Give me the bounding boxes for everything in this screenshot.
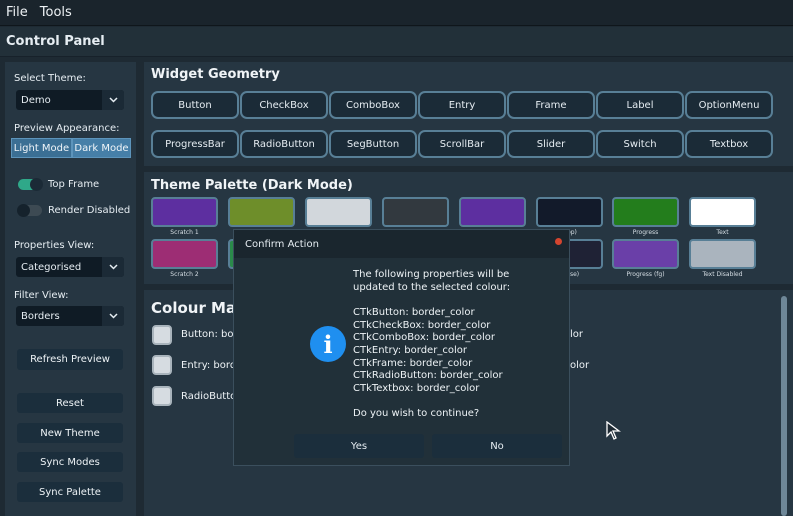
palette-swatch[interactable] bbox=[228, 197, 295, 227]
widget-button-button[interactable]: Button bbox=[151, 91, 239, 119]
widget-geometry-panel: Widget Geometry Button CheckBox ComboBox En… bbox=[144, 62, 793, 166]
mapping-label-right: olor bbox=[570, 360, 590, 371]
mapping-label-right: lor bbox=[570, 329, 584, 340]
dialog-message-line: CTkTextbox: border_color bbox=[353, 383, 480, 394]
new-theme-button[interactable]: New Theme bbox=[17, 423, 123, 443]
widget-geometry-title: Widget Geometry bbox=[151, 67, 280, 82]
sync-palette-button[interactable]: Sync Palette bbox=[17, 482, 123, 502]
palette-swatch[interactable] bbox=[305, 197, 372, 227]
select-theme-label: Select Theme: bbox=[14, 73, 86, 84]
properties-view-label: Properties View: bbox=[14, 240, 95, 251]
palette-swatch[interactable] bbox=[612, 197, 679, 227]
dialog-message-line: updated to the selected colour: bbox=[353, 282, 511, 293]
mouse-cursor-icon bbox=[606, 421, 621, 440]
yes-button[interactable]: Yes bbox=[294, 434, 424, 458]
preview-appearance-label: Preview Appearance: bbox=[14, 123, 120, 134]
dialog-message-line: CTkEntry: border_color bbox=[353, 345, 467, 356]
widget-button-segbutton[interactable]: SegButton bbox=[329, 130, 417, 158]
palette-swatch[interactable] bbox=[151, 197, 218, 227]
chevron-down-icon[interactable] bbox=[102, 90, 124, 110]
widget-button-combobox[interactable]: ComboBox bbox=[329, 91, 417, 119]
no-button[interactable]: No bbox=[432, 434, 562, 458]
mapping-label: Button: bor bbox=[181, 329, 238, 340]
palette-swatch[interactable] bbox=[536, 197, 603, 227]
dialog-message-line: CTkRadioButton: border_color bbox=[353, 370, 503, 381]
filter-view-value: Borders bbox=[21, 310, 60, 322]
dialog-message-line: CTkButton: border_color bbox=[353, 307, 475, 318]
theme-combobox[interactable]: Demo bbox=[16, 90, 124, 110]
render-disabled-label: Render Disabled bbox=[48, 205, 131, 216]
properties-view-value: Categorised bbox=[21, 261, 82, 273]
palette-swatch[interactable] bbox=[151, 239, 218, 269]
theme-palette-title: Theme Palette (Dark Mode) bbox=[151, 178, 353, 193]
widget-button-progressbar[interactable]: ProgressBar bbox=[151, 130, 239, 158]
dialog-message-line: Do you wish to continue? bbox=[353, 408, 480, 419]
switch-track[interactable] bbox=[17, 204, 42, 217]
menu-bar: File Tools bbox=[0, 0, 793, 26]
mapping-checkbox[interactable] bbox=[152, 386, 172, 406]
window-title: Control Panel bbox=[6, 34, 105, 49]
palette-swatch-label: Text bbox=[716, 229, 729, 236]
menu-file[interactable]: File bbox=[6, 5, 28, 20]
switch-track[interactable] bbox=[18, 178, 43, 191]
chevron-down-icon[interactable] bbox=[102, 257, 124, 277]
palette-swatch[interactable] bbox=[689, 197, 756, 227]
switch-knob bbox=[17, 204, 30, 217]
palette-swatch-label: Progress bbox=[632, 229, 659, 236]
widget-button-label[interactable]: Label bbox=[596, 91, 684, 119]
reset-button[interactable]: Reset bbox=[17, 393, 123, 413]
dialog-message-line: CTkFrame: border_color bbox=[353, 358, 473, 369]
palette-swatch[interactable] bbox=[382, 197, 449, 227]
widget-button-switch[interactable]: Switch bbox=[596, 130, 684, 158]
refresh-preview-button[interactable]: Refresh Preview bbox=[17, 349, 123, 370]
info-icon: i bbox=[310, 326, 346, 362]
palette-swatch[interactable] bbox=[459, 197, 526, 227]
dark-mode-button[interactable]: Dark Mode bbox=[72, 138, 131, 158]
properties-view-combobox[interactable]: Categorised bbox=[16, 257, 124, 277]
top-frame-switch[interactable]: Top Frame bbox=[18, 178, 100, 191]
dialog-message-line: The following properties will be bbox=[353, 269, 510, 280]
top-frame-label: Top Frame bbox=[48, 179, 100, 190]
widget-button-scrollbar[interactable]: ScrollBar bbox=[418, 130, 506, 158]
widget-button-optionmenu[interactable]: OptionMenu bbox=[685, 91, 773, 119]
palette-swatch[interactable] bbox=[689, 239, 756, 269]
mapping-checkbox[interactable] bbox=[152, 325, 172, 345]
widget-button-checkbox[interactable]: CheckBox bbox=[240, 91, 328, 119]
switch-knob bbox=[30, 178, 43, 191]
mapping-checkbox[interactable] bbox=[152, 355, 172, 375]
dialog-title: Confirm Action bbox=[245, 238, 319, 250]
sidebar: Select Theme: Demo Preview Appearance: L… bbox=[5, 62, 136, 516]
dialog-title-bar: Confirm Action bbox=[234, 230, 569, 258]
confirm-dialog: Confirm Action The following properties … bbox=[233, 229, 570, 466]
widget-button-radiobutton[interactable]: RadioButton bbox=[240, 130, 328, 158]
palette-swatch-label: Text Disabled bbox=[702, 271, 743, 278]
palette-swatch-label: Scratch 2 bbox=[170, 271, 199, 278]
theme-value: Demo bbox=[21, 94, 51, 106]
widget-button-frame[interactable]: Frame bbox=[507, 91, 595, 119]
dialog-message-line: CTkComboBox: border_color bbox=[353, 332, 495, 343]
dialog-message-line: CTkCheckBox: border_color bbox=[353, 320, 491, 331]
palette-swatch[interactable] bbox=[612, 239, 679, 269]
widget-button-textbox[interactable]: Textbox bbox=[685, 130, 773, 158]
sync-modes-button[interactable]: Sync Modes bbox=[17, 452, 123, 472]
render-disabled-switch[interactable]: Render Disabled bbox=[17, 204, 131, 217]
filter-view-combobox[interactable]: Borders bbox=[16, 306, 124, 326]
palette-swatch-label: Progress (fg) bbox=[626, 271, 665, 278]
widget-button-entry[interactable]: Entry bbox=[418, 91, 506, 119]
light-mode-button[interactable]: Light Mode bbox=[11, 138, 72, 158]
vertical-scrollbar[interactable] bbox=[781, 296, 787, 516]
window-title-bar: Control Panel bbox=[0, 27, 793, 57]
menu-tools[interactable]: Tools bbox=[40, 5, 72, 20]
mapping-label: RadioButto bbox=[181, 391, 237, 402]
palette-swatch-label: Scratch 1 bbox=[170, 229, 199, 236]
chevron-down-icon[interactable] bbox=[102, 306, 124, 326]
filter-view-label: Filter View: bbox=[14, 290, 69, 301]
widget-button-slider[interactable]: Slider bbox=[507, 130, 595, 158]
close-icon[interactable] bbox=[555, 238, 562, 245]
